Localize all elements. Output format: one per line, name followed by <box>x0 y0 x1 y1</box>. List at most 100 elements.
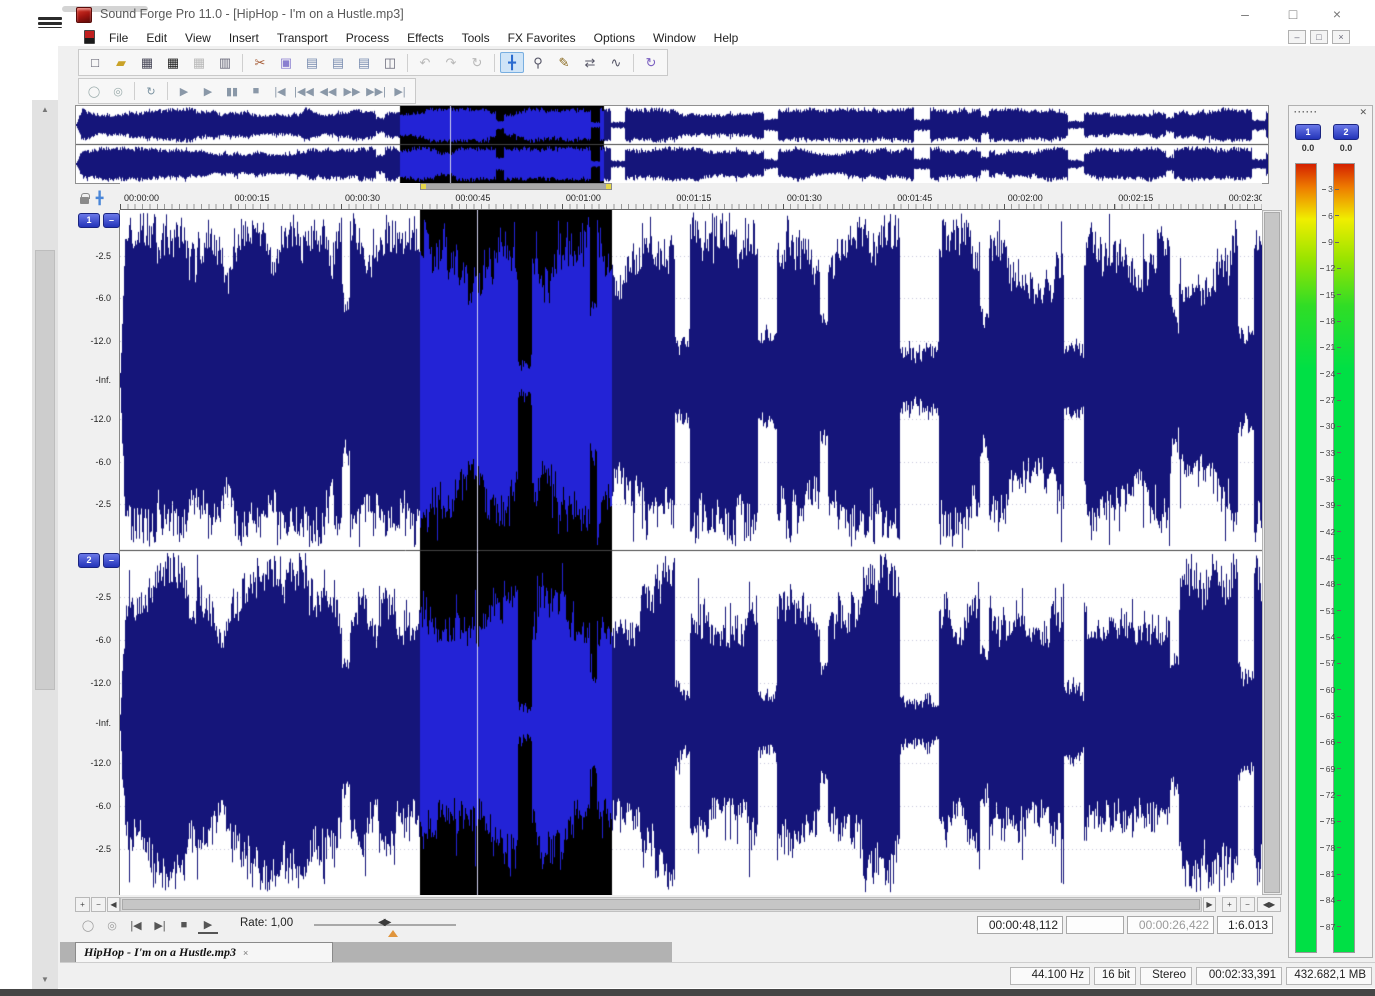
horizontal-scrollbar-thumb[interactable] <box>122 899 1200 910</box>
stop-button[interactable]: ■ <box>245 81 267 102</box>
time-ruler[interactable]: 00:00:0000:00:1500:00:3000:00:4500:01:00… <box>120 183 1262 210</box>
render-as-button[interactable]: ▥ <box>213 52 237 73</box>
cursor-position-box[interactable]: 00:00:48,112 <box>977 916 1063 934</box>
paste-special-button[interactable]: ▤ <box>326 52 350 73</box>
play-all-button[interactable]: ▶ <box>173 81 195 102</box>
toolbar-separator <box>494 54 495 72</box>
rate-slider-marker <box>388 930 398 937</box>
meter-channel-1-badge[interactable]: 1 <box>1295 124 1321 140</box>
meter-pin-icon[interactable]: ✕ <box>1359 107 1367 118</box>
edit-tool-icon[interactable]: ╋ <box>96 191 103 205</box>
scroll-strip-thumb[interactable] <box>35 250 55 690</box>
save-as-file-button[interactable]: ▦ <box>161 52 185 73</box>
zoom-ratio-box[interactable]: 1:6.013 <box>1217 916 1273 934</box>
minimize-button[interactable]: – <box>1228 4 1262 24</box>
restore-button[interactable]: □ <box>1276 4 1310 24</box>
loop-record-button[interactable]: ◎ <box>107 81 129 102</box>
menu-tools[interactable]: Tools <box>453 28 499 48</box>
paste-button[interactable]: ▤ <box>300 52 324 73</box>
cut-button[interactable]: ✂ <box>248 52 272 73</box>
menu-fx-favorites[interactable]: FX Favorites <box>499 28 585 48</box>
play-from-cursor-button[interactable]: ▶ <box>198 916 218 934</box>
ruler-label: 00:02:30 <box>1229 193 1262 203</box>
vertical-scrollbar[interactable] <box>1262 210 1282 895</box>
menu-window[interactable]: Window <box>644 28 705 48</box>
go-to-start-button[interactable]: |◀ <box>269 81 291 102</box>
save-file-button[interactable]: ▦ <box>135 52 159 73</box>
go-to-end-button[interactable]: ▶| <box>150 916 170 934</box>
zoom-in-time-button[interactable]: + <box>75 897 90 912</box>
menu-transport[interactable]: Transport <box>268 28 337 48</box>
record-button[interactable]: ◯ <box>83 81 105 102</box>
copy-button[interactable]: ▣ <box>274 52 298 73</box>
save-all-button[interactable]: ▦ <box>187 52 211 73</box>
pencil-tool-button[interactable]: ✎ <box>552 52 576 73</box>
record-button[interactable]: ◯ <box>78 916 98 934</box>
close-button[interactable]: × <box>1320 4 1354 24</box>
event-tool-button[interactable]: ⇄ <box>578 52 602 73</box>
ruler-label: 00:00:30 <box>345 193 380 203</box>
tab-close-icon[interactable]: × <box>243 948 248 958</box>
db-label-ch2: -12.0 <box>90 678 111 688</box>
loop-record-button[interactable]: ◎ <box>102 916 122 934</box>
menu-help[interactable]: Help <box>705 28 748 48</box>
meter-grip-icon[interactable]: ······ <box>1294 107 1318 117</box>
horizontal-scrollbar[interactable] <box>120 897 1202 912</box>
open-file-button[interactable]: ▰ <box>109 52 133 73</box>
new-file-button[interactable]: □ <box>83 52 107 73</box>
zoom-fit-button[interactable]: ◀▶ <box>1257 897 1281 912</box>
play-button[interactable]: ▶ <box>197 81 219 102</box>
channel-2-minimize-button[interactable]: – <box>103 553 120 568</box>
meter-channel-2-badge[interactable]: 2 <box>1333 124 1359 140</box>
repeat-button[interactable]: ↻ <box>465 52 489 73</box>
magnify-tool-button[interactable]: ⚲ <box>526 52 550 73</box>
go-to-end-button[interactable]: ▶| <box>389 81 411 102</box>
channel-1-badge[interactable]: 1 <box>78 213 100 228</box>
scroll-down-icon[interactable]: ▼ <box>32 972 58 988</box>
main-waveform[interactable] <box>120 210 1262 895</box>
mdi-minimize-button[interactable]: – <box>1288 30 1306 44</box>
rate-slider-handle[interactable]: ◀▶ <box>378 917 389 928</box>
menu-view[interactable]: View <box>176 28 220 48</box>
channel-1-minimize-button[interactable]: – <box>103 213 120 228</box>
ruler-label: 00:01:45 <box>897 193 932 203</box>
scroll-right-icon[interactable]: ▶ <box>1203 897 1216 912</box>
rewind-button[interactable]: ◀◀ <box>317 81 339 102</box>
redo-button[interactable]: ↷ <box>439 52 463 73</box>
trim-crop-button[interactable]: ◫ <box>378 52 402 73</box>
paste-to-new-button[interactable]: ▤ <box>352 52 376 73</box>
menu-insert[interactable]: Insert <box>220 28 268 48</box>
selection-end-box[interactable] <box>1066 916 1124 934</box>
zoom-out-time-button[interactable]: − <box>91 897 106 912</box>
scroll-left-icon[interactable]: ◀ <box>107 897 120 912</box>
selection-length-box[interactable]: 00:00:26,422 <box>1127 916 1214 934</box>
lock-icon[interactable] <box>80 197 89 204</box>
go-to-start-button[interactable]: |◀ <box>126 916 146 934</box>
toolbar-separator <box>242 54 243 72</box>
menu-edit[interactable]: Edit <box>137 28 176 48</box>
pause-button[interactable]: ▮▮ <box>221 81 243 102</box>
menu-file[interactable]: File <box>100 28 137 48</box>
menu-options[interactable]: Options <box>585 28 644 48</box>
menu-effects[interactable]: Effects <box>398 28 452 48</box>
overview-waveform[interactable] <box>75 105 1269 184</box>
scroll-up-icon[interactable]: ▲ <box>32 102 58 118</box>
previous-marker-button[interactable]: |◀◀ <box>293 81 315 102</box>
channel-2-badge[interactable]: 2 <box>78 553 100 568</box>
zoom-out-button[interactable]: − <box>1240 897 1255 912</box>
next-marker-button[interactable]: ▶▶| <box>365 81 387 102</box>
loop-region-bar[interactable] <box>420 183 612 190</box>
forward-button[interactable]: ▶▶ <box>341 81 363 102</box>
loop-playback-button[interactable]: ↻ <box>140 81 162 102</box>
menu-process[interactable]: Process <box>337 28 398 48</box>
vertical-scrollbar-thumb[interactable] <box>1264 212 1280 893</box>
file-tab[interactable]: HipHop - I'm on a Hustle.mp3 × <box>75 942 333 962</box>
undo-button[interactable]: ↶ <box>413 52 437 73</box>
zoom-in-button[interactable]: + <box>1222 897 1237 912</box>
mdi-restore-button[interactable]: □ <box>1310 30 1328 44</box>
edit-tool-button[interactable]: ╋ <box>500 52 524 73</box>
mdi-close-button[interactable]: × <box>1332 30 1350 44</box>
refresh-button[interactable]: ↻ <box>639 52 663 73</box>
stop-button[interactable]: ■ <box>174 916 194 934</box>
envelope-tool-button[interactable]: ∿ <box>604 52 628 73</box>
